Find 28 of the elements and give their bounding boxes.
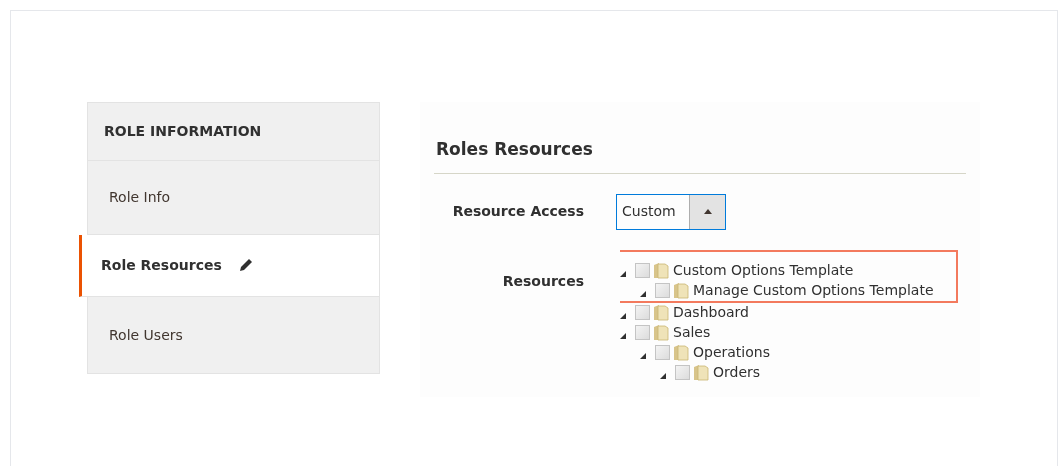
field-label: Resources (501, 271, 584, 291)
pencil-icon (237, 257, 254, 274)
field-label: Resource Access (451, 202, 584, 221)
checkbox[interactable] (655, 345, 670, 360)
folder-icon (673, 282, 689, 299)
folder-icon (673, 344, 689, 361)
sidebar-item[interactable]: Role Users (88, 297, 379, 373)
sidebar-title: ROLE INFORMATION (104, 121, 262, 141)
folder-icon (693, 364, 709, 381)
checkbox[interactable] (635, 305, 650, 320)
folder-icon (653, 324, 669, 341)
resource-access-select[interactable]: Custom (616, 193, 726, 230)
tree-item[interactable]: Orders (713, 362, 761, 383)
folder-icon (653, 262, 669, 279)
tree-item[interactable]: Custom Options Template (673, 260, 854, 281)
tree-item[interactable]: Operations (693, 342, 770, 363)
folder-icon (653, 304, 669, 321)
caret-icon (703, 209, 712, 214)
sidebar-item[interactable]: Role Info (88, 160, 379, 235)
tree-item[interactable]: Manage Custom Options Template (693, 280, 934, 301)
checkbox[interactable] (655, 283, 670, 298)
checkbox[interactable] (635, 325, 650, 340)
checkbox[interactable] (675, 365, 690, 380)
checkbox[interactable] (635, 263, 650, 278)
section-title: Roles Resources (434, 137, 966, 174)
tree-item[interactable]: Dashboard (673, 302, 749, 323)
sidebar-item[interactable]: Role Resources (79, 234, 379, 298)
tree-item[interactable]: Sales (673, 322, 711, 343)
